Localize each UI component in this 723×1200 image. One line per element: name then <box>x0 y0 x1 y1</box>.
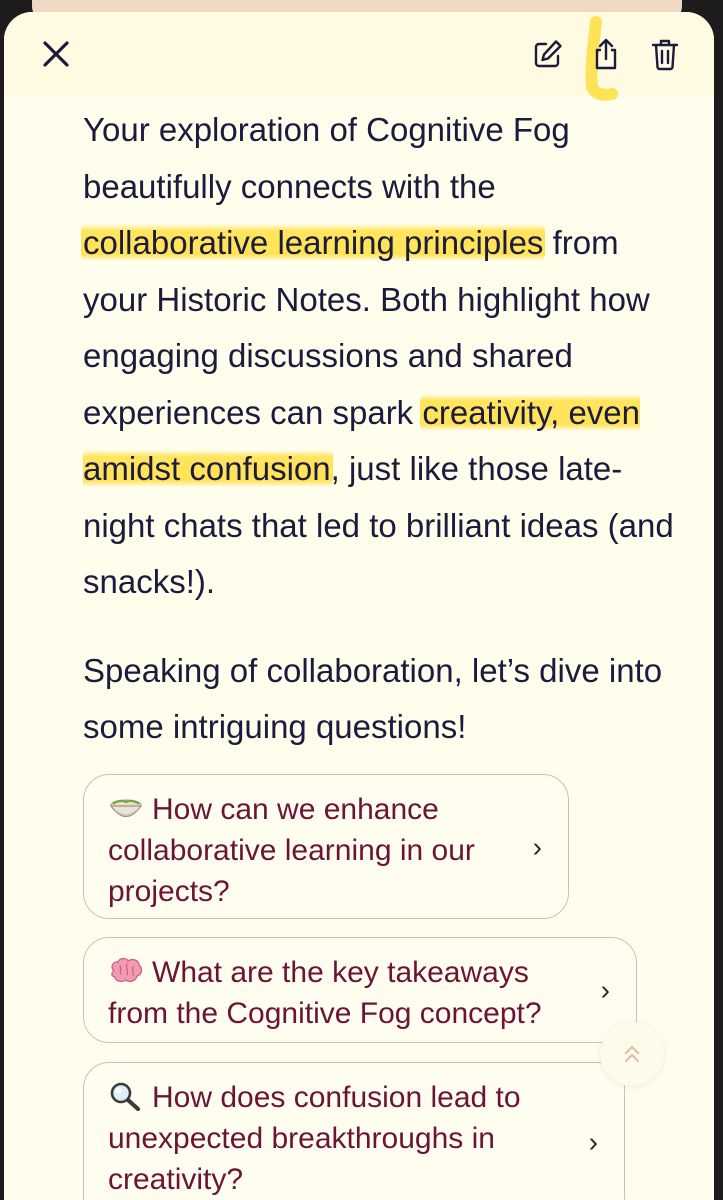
suggestion-button[interactable]: How can we enhance collaborative learnin… <box>83 774 569 919</box>
edit-icon <box>534 40 562 68</box>
ramen-bowl-icon <box>109 799 143 818</box>
highlighted-text: collaborative learning principles <box>81 224 546 261</box>
share-button[interactable] <box>584 32 628 76</box>
suggestion-button[interactable]: What are the key takeaways from the Cogn… <box>83 937 637 1043</box>
trash-icon <box>651 39 679 71</box>
close-button[interactable] <box>34 32 78 76</box>
suggestion-label: How does confusion lead to unexpected br… <box>108 1081 521 1196</box>
chevron-right-icon: › <box>600 974 610 1006</box>
message-paragraph-2: Speaking of collaboration, let’s dive in… <box>83 651 663 746</box>
chevron-right-icon: › <box>588 1126 598 1158</box>
double-chevron-up-icon <box>624 1045 640 1063</box>
scroll-to-top-button[interactable] <box>600 1022 664 1086</box>
close-icon <box>43 41 69 67</box>
edit-button[interactable] <box>526 32 570 76</box>
delete-button[interactable] <box>643 32 687 76</box>
brain-icon <box>111 957 143 983</box>
note-sheet: Your exploration of Cognitive Fog beauti… <box>4 12 714 1200</box>
message-body: Your exploration of Cognitive Fog beauti… <box>81 102 683 756</box>
suggestion-button[interactable]: How does confusion lead to unexpected br… <box>83 1062 625 1200</box>
top-toolbar <box>4 12 714 101</box>
suggestion-label: What are the key takeaways from the Cogn… <box>108 956 542 1030</box>
share-icon <box>595 38 617 70</box>
magnifying-glass-icon <box>110 1082 141 1111</box>
chevron-right-icon: › <box>532 831 542 862</box>
suggestion-label: How can we enhance collaborative learnin… <box>108 793 475 908</box>
message-paragraph-1: Your exploration of Cognitive Fog beauti… <box>81 102 683 611</box>
message-text: Your exploration of Cognitive Fog beauti… <box>83 111 570 205</box>
